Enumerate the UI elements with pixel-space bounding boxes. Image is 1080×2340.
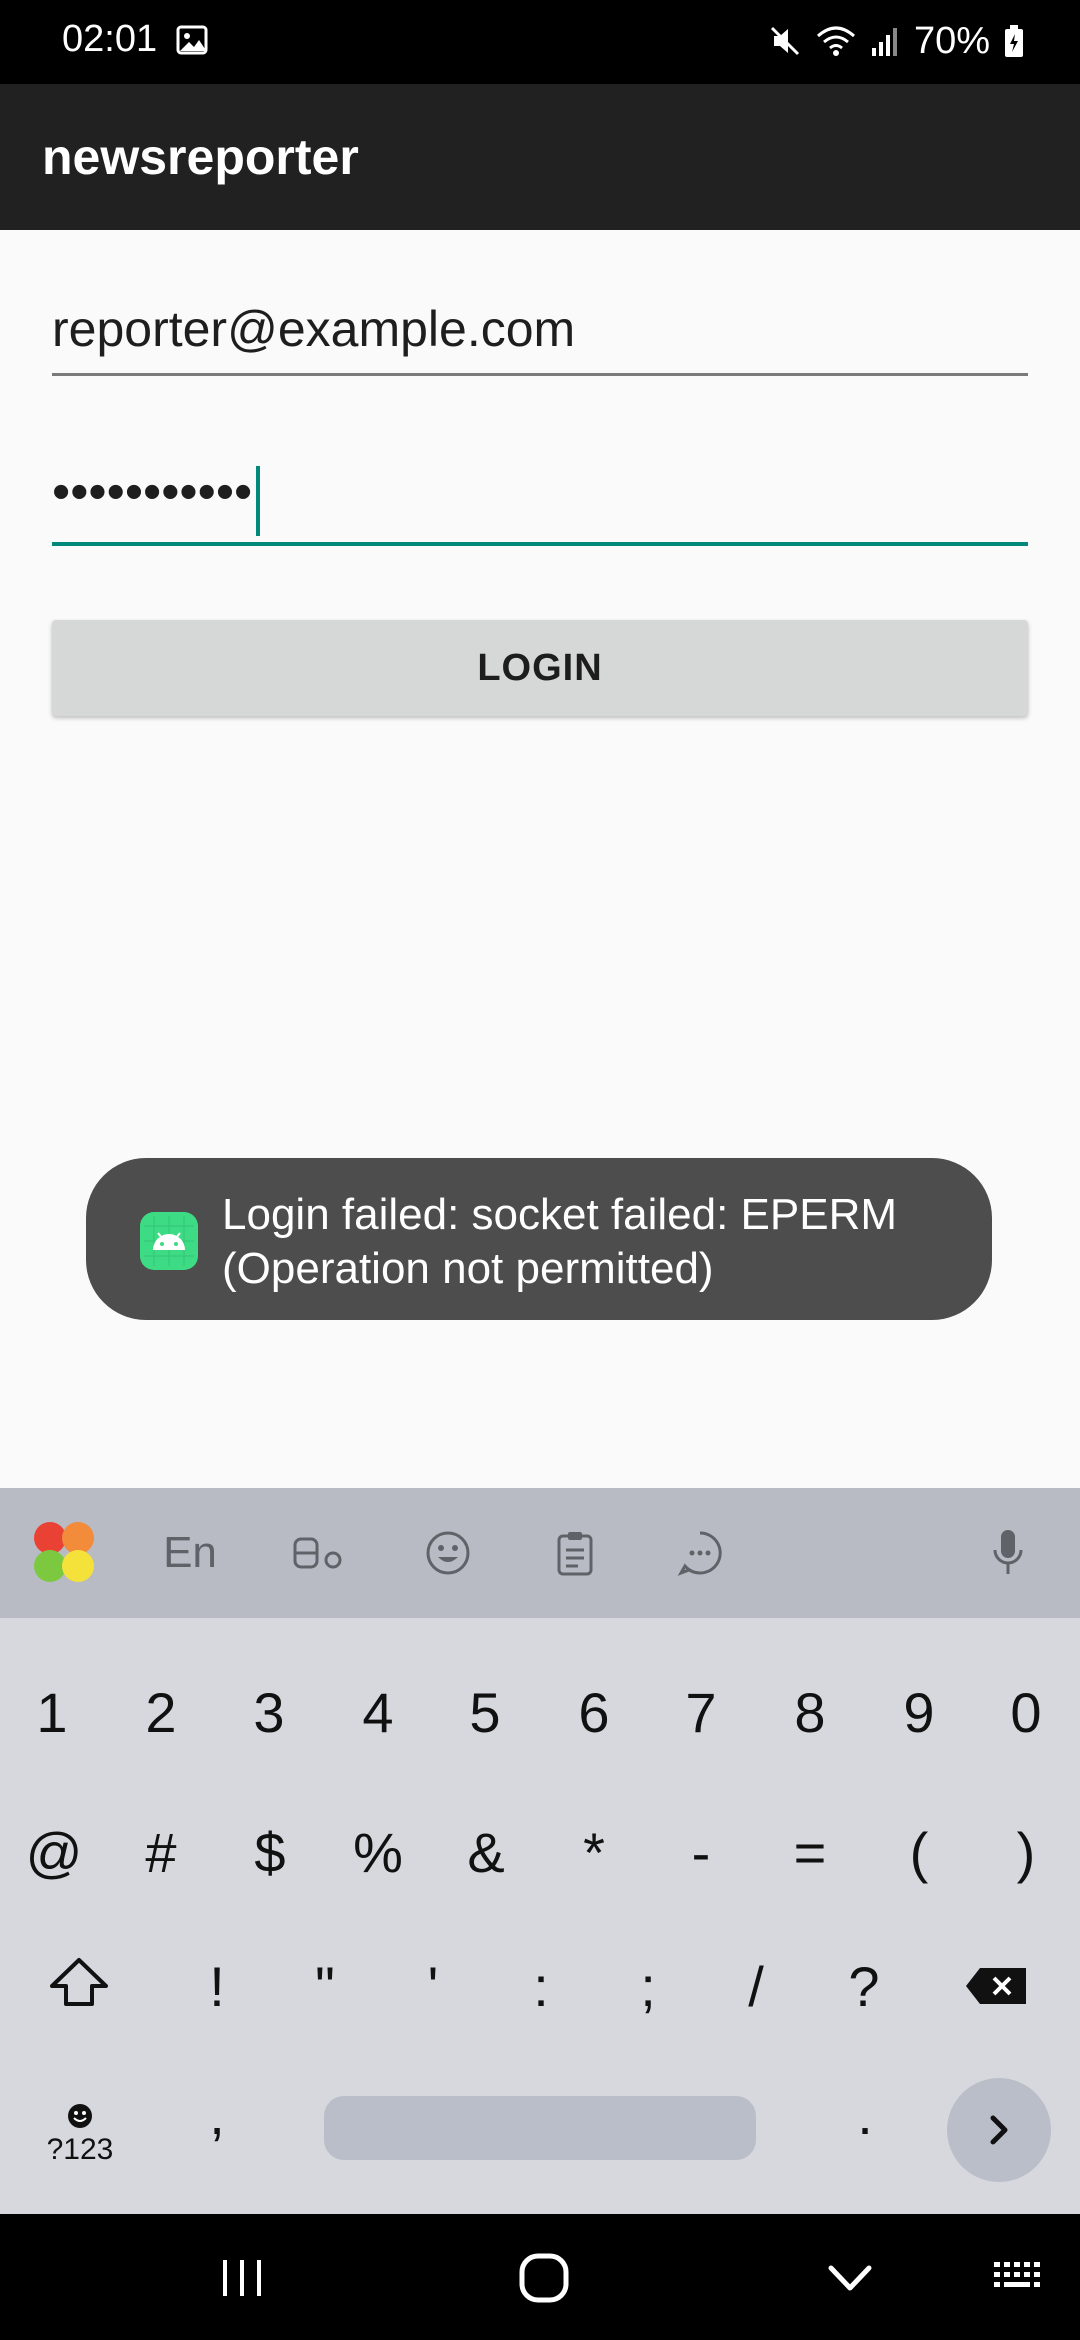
more-icon[interactable] xyxy=(672,1516,728,1590)
battery-icon xyxy=(1005,25,1023,57)
recents-icon[interactable] xyxy=(210,2250,274,2306)
key-6[interactable]: 6 xyxy=(549,1680,639,1745)
email-field[interactable]: reporter@example.com xyxy=(52,290,1028,376)
key-7[interactable]: 7 xyxy=(656,1680,746,1745)
wifi-icon xyxy=(816,26,855,56)
language-label: En xyxy=(163,1528,217,1577)
key-2[interactable]: 2 xyxy=(116,1680,206,1745)
keyboard: 1 2 3 4 5 6 7 8 9 0 @ # $ % & * - = ( ) … xyxy=(0,1618,1080,2214)
login-button[interactable]: LOGIN xyxy=(52,620,1028,716)
key-minus[interactable]: - xyxy=(656,1820,746,1885)
key-4[interactable]: 4 xyxy=(333,1680,423,1745)
key-1[interactable]: 1 xyxy=(7,1680,97,1745)
home-icon[interactable] xyxy=(512,2250,576,2306)
status-bar: 02:01 70% xyxy=(0,0,1080,84)
gallery-icon xyxy=(176,25,208,55)
microphone-icon[interactable] xyxy=(988,1516,1028,1590)
key-equals[interactable]: = xyxy=(765,1820,855,1885)
key-8[interactable]: 8 xyxy=(765,1680,855,1745)
key-question[interactable]: ? xyxy=(819,1954,909,2019)
screen: 02:01 70% newsreporter reporter@example.… xyxy=(0,0,1080,2340)
key-dollar[interactable]: $ xyxy=(225,1820,315,1885)
key-percent[interactable]: % xyxy=(333,1820,423,1885)
symbols-key[interactable]: ?123 xyxy=(40,2102,120,2172)
toast: Login failed: socket failed: EPERM (Oper… xyxy=(86,1158,992,1320)
navigation-bar xyxy=(0,2214,1080,2340)
key-asterisk[interactable]: * xyxy=(549,1820,639,1885)
key-double-quote[interactable]: " xyxy=(280,1954,370,2019)
key-open-paren[interactable]: ( xyxy=(874,1820,964,1885)
key-colon[interactable]: : xyxy=(496,1954,586,2019)
language-button[interactable]: En xyxy=(150,1516,230,1590)
password-field[interactable]: ••••••••••• xyxy=(52,452,1028,546)
key-5[interactable]: 5 xyxy=(440,1680,530,1745)
text-edit-icon[interactable] xyxy=(286,1516,352,1590)
symbols-key-label: ?123 xyxy=(46,2133,114,2166)
key-0[interactable]: 0 xyxy=(981,1680,1071,1745)
emoji-small-icon xyxy=(68,2104,92,2128)
email-value: reporter@example.com xyxy=(52,301,576,357)
login-button-label: LOGIN xyxy=(477,646,603,689)
key-single-quote[interactable]: ' xyxy=(388,1954,478,2019)
key-period[interactable]: . xyxy=(820,2082,910,2147)
key-9[interactable]: 9 xyxy=(874,1680,964,1745)
toast-message: Login failed: socket failed: EPERM (Oper… xyxy=(222,1190,898,1293)
key-slash[interactable]: / xyxy=(711,1954,801,2019)
mute-icon xyxy=(770,26,799,56)
key-comma[interactable]: , xyxy=(172,2082,262,2147)
battery-percent: 70% xyxy=(913,19,990,62)
text-cursor xyxy=(256,466,261,536)
emoji-icon[interactable] xyxy=(420,1516,476,1590)
status-time: 02:01 xyxy=(62,18,158,60)
back-icon[interactable] xyxy=(818,2250,882,2306)
status-icons: 70% xyxy=(768,16,1024,66)
backspace-icon[interactable] xyxy=(964,1966,1030,2006)
space-bar[interactable] xyxy=(324,2096,756,2160)
key-hash[interactable]: # xyxy=(116,1820,206,1885)
android-icon xyxy=(140,1212,198,1270)
clipboard-icon[interactable] xyxy=(550,1516,600,1590)
key-ampersand[interactable]: & xyxy=(441,1820,531,1885)
app-title: newsreporter xyxy=(42,129,359,185)
samsung-apps-icon[interactable] xyxy=(30,1516,100,1590)
key-exclamation[interactable]: ! xyxy=(172,1954,262,2019)
key-close-paren[interactable]: ) xyxy=(981,1820,1071,1885)
signal-icon xyxy=(871,28,897,56)
app-bar: newsreporter xyxy=(0,84,1080,230)
password-value: ••••••••••• xyxy=(52,463,253,521)
keyboard-toolbar: En xyxy=(0,1488,1080,1618)
next-key[interactable] xyxy=(947,2078,1051,2182)
chevron-right-icon xyxy=(990,2115,1008,2145)
key-at[interactable]: @ xyxy=(9,1820,99,1885)
key-3[interactable]: 3 xyxy=(224,1680,314,1745)
shift-icon[interactable] xyxy=(44,1954,114,2014)
keyboard-icon[interactable] xyxy=(990,2250,1050,2306)
key-semicolon[interactable]: ; xyxy=(603,1954,693,2019)
